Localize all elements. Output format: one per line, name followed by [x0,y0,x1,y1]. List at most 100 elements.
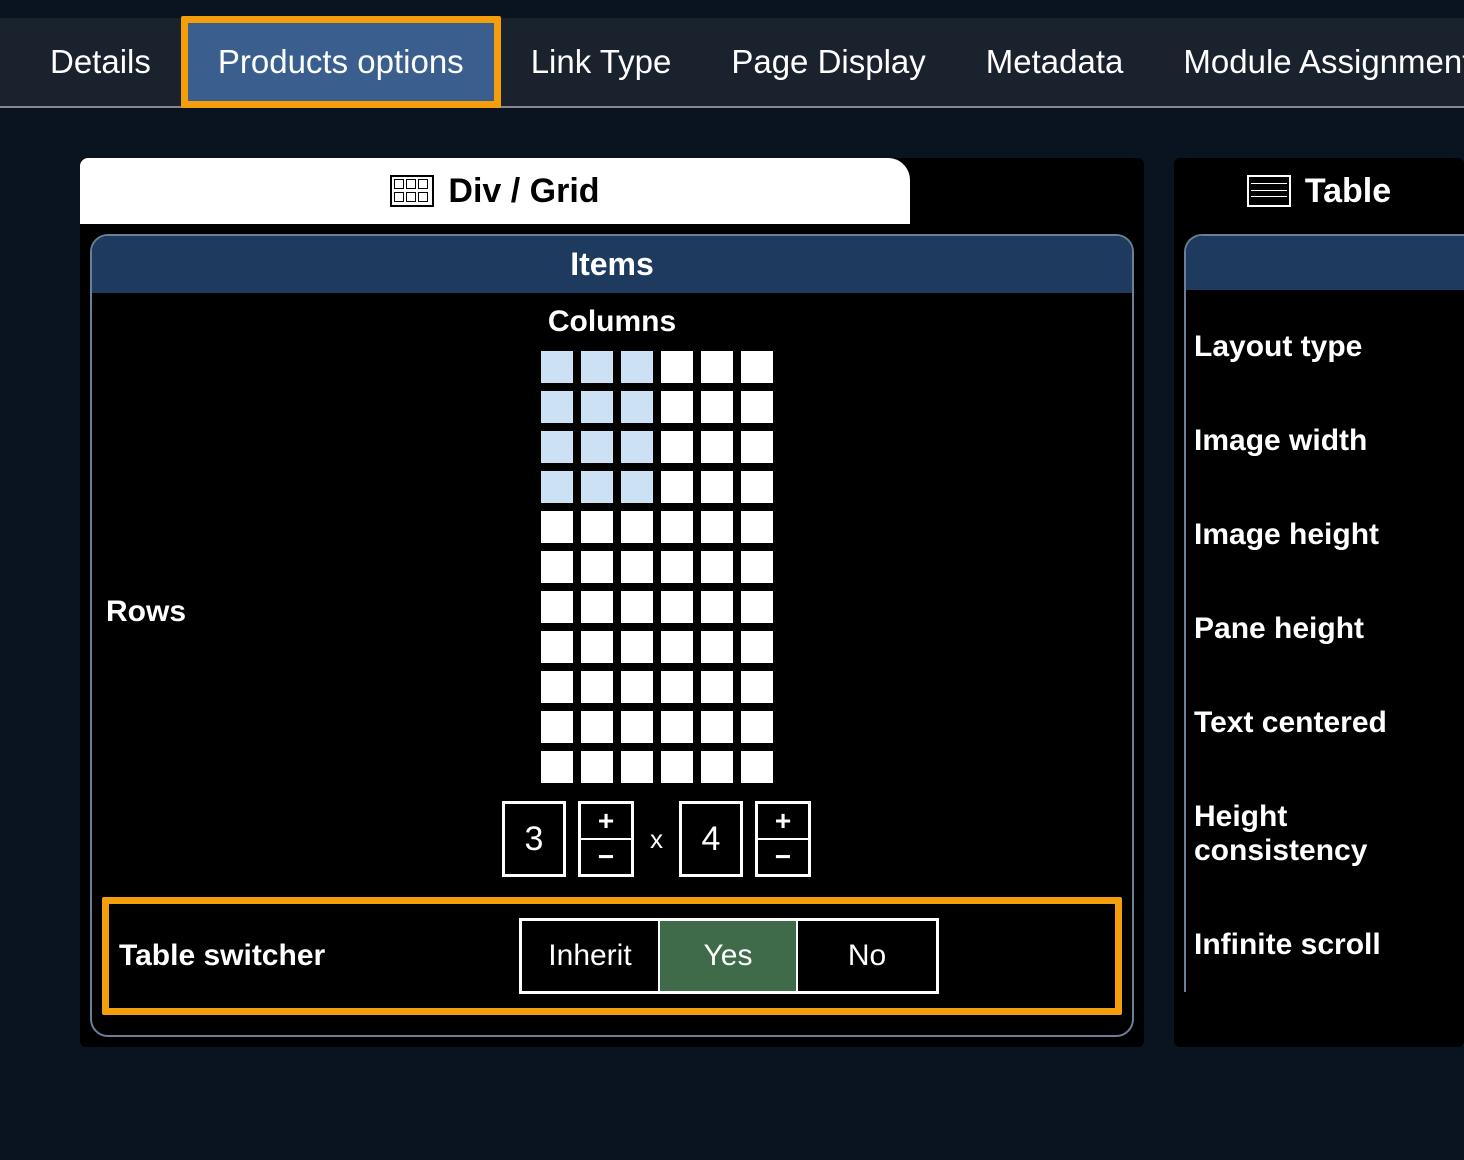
panel-tab-table[interactable]: Table [1174,158,1464,224]
grid-cell[interactable] [579,429,615,465]
grid-cell[interactable] [619,749,655,785]
tab-page-display[interactable]: Page Display [701,23,955,101]
option-layout-type[interactable]: Layout type [1186,300,1464,394]
table-switcher-highlight: Table switcher Inherit Yes No [102,897,1122,1015]
tab-details[interactable]: Details [20,23,181,101]
columns-value[interactable]: 3 [502,801,566,877]
grid-cell[interactable] [659,749,695,785]
grid-cell[interactable] [659,669,695,705]
grid-cell[interactable] [659,389,695,425]
grid-cell[interactable] [619,429,655,465]
tab-link-type[interactable]: Link Type [501,23,702,101]
grid-cell[interactable] [659,709,695,745]
switcher-inherit-button[interactable]: Inherit [522,921,660,991]
grid-cell[interactable] [579,469,615,505]
columns-minus-button[interactable]: − [581,840,631,874]
grid-cell[interactable] [579,389,615,425]
grid-cell[interactable] [579,589,615,625]
grid-cell[interactable] [659,589,695,625]
grid-cell[interactable] [659,429,695,465]
grid-cell[interactable] [659,549,695,585]
option-text-centered[interactable]: Text centered [1186,676,1464,770]
grid-cell[interactable] [539,709,575,745]
grid-cell[interactable] [619,389,655,425]
grid-cell[interactable] [579,549,615,585]
grid-cell[interactable] [739,629,775,665]
rows-plus-button[interactable]: + [758,804,808,840]
grid-cell[interactable] [739,589,775,625]
grid-cell[interactable] [539,429,575,465]
grid-cell[interactable] [539,349,575,385]
switcher-no-button[interactable]: No [798,921,936,991]
grid-cell[interactable] [659,349,695,385]
right-panel: Table Layout type Image width Image heig… [1174,158,1464,1047]
tab-products-options-highlight: Products options [181,16,501,108]
tab-metadata[interactable]: Metadata [956,23,1154,101]
grid-cell[interactable] [659,469,695,505]
grid-cell[interactable] [699,389,735,425]
grid-cell[interactable] [539,629,575,665]
grid-cell[interactable] [699,589,735,625]
columns-plus-button[interactable]: + [581,804,631,840]
rows-value[interactable]: 4 [679,801,743,877]
grid-section: Rows 3 + − x 4 + − [92,347,1132,877]
grid-cell[interactable] [739,509,775,545]
grid-cell[interactable] [539,549,575,585]
grid-cell[interactable] [739,549,775,585]
grid-cell[interactable] [619,589,655,625]
grid-cell[interactable] [579,349,615,385]
grid-cell[interactable] [619,709,655,745]
grid-cell[interactable] [539,749,575,785]
grid-cell[interactable] [579,709,615,745]
grid-cell[interactable] [539,589,575,625]
grid-cell[interactable] [739,709,775,745]
grid-cell[interactable] [739,429,775,465]
grid-cell[interactable] [579,749,615,785]
grid-cell[interactable] [739,469,775,505]
option-infinite-scroll[interactable]: Infinite scroll [1186,898,1464,992]
grid-cell[interactable] [699,429,735,465]
tabs-bar: Details Products options Link Type Page … [0,18,1464,108]
switcher-yes-button[interactable]: Yes [660,921,798,991]
grid-cell[interactable] [619,629,655,665]
grid-cell[interactable] [699,509,735,545]
grid-cell[interactable] [739,349,775,385]
grid-cell[interactable] [539,389,575,425]
items-panel: Items Columns Rows 3 + − x 4 + [90,234,1134,1037]
grid-cell[interactable] [659,509,695,545]
option-image-height[interactable]: Image height [1186,488,1464,582]
grid-cell[interactable] [739,749,775,785]
grid-cell[interactable] [699,349,735,385]
columns-label: Columns [92,293,1132,347]
grid-cell[interactable] [699,469,735,505]
grid-cell[interactable] [619,669,655,705]
grid-cell[interactable] [539,509,575,545]
option-height-consistency[interactable]: Height consistency [1186,770,1464,898]
grid-cell[interactable] [579,629,615,665]
grid-selector[interactable] [537,347,777,787]
grid-cell[interactable] [659,629,695,665]
option-image-width[interactable]: Image width [1186,394,1464,488]
grid-cell[interactable] [739,669,775,705]
tab-module-assignment[interactable]: Module Assignment [1153,23,1464,101]
grid-cell[interactable] [699,629,735,665]
grid-cell[interactable] [579,509,615,545]
grid-cell[interactable] [579,669,615,705]
grid-cell[interactable] [619,349,655,385]
grid-cell[interactable] [539,669,575,705]
grid-cell[interactable] [619,509,655,545]
grid-cell[interactable] [619,549,655,585]
grid-cell[interactable] [699,669,735,705]
grid-cell[interactable] [699,709,735,745]
grid-cell[interactable] [699,549,735,585]
grid-cell[interactable] [739,389,775,425]
panel-tab-label: Table [1305,172,1391,211]
table-switcher-label: Table switcher [119,939,519,973]
grid-cell[interactable] [539,469,575,505]
rows-minus-button[interactable]: − [758,840,808,874]
grid-cell[interactable] [619,469,655,505]
panel-tab-div-grid[interactable]: Div / Grid [80,158,910,224]
option-pane-height[interactable]: Pane height [1186,582,1464,676]
grid-cell[interactable] [699,749,735,785]
tab-products-options[interactable]: Products options [188,23,494,101]
